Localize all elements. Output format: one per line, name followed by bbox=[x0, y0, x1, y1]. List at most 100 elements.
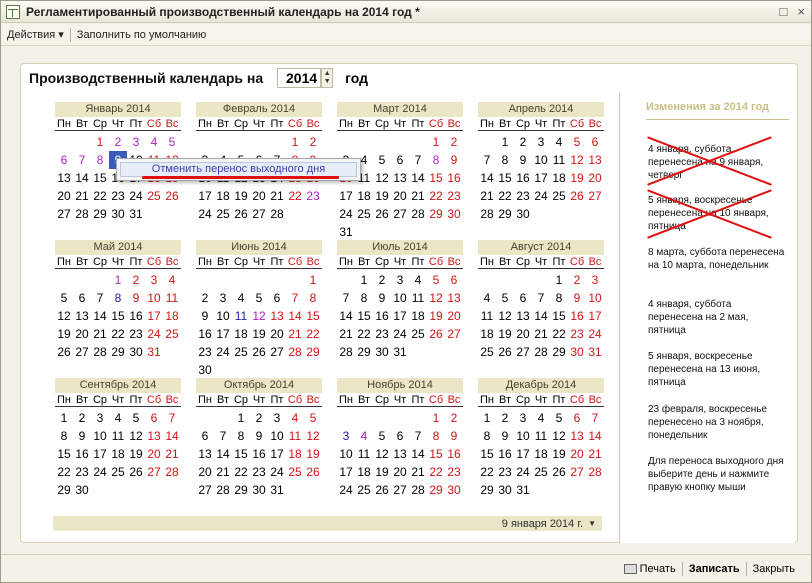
day-cell[interactable]: 13 bbox=[268, 307, 286, 325]
day-cell[interactable]: 11 bbox=[286, 427, 304, 445]
day-cell[interactable]: 6 bbox=[145, 409, 163, 427]
day-cell[interactable]: 18 bbox=[550, 169, 568, 187]
day-cell[interactable]: 21 bbox=[409, 463, 427, 481]
actions-menu[interactable]: Действия ▾ bbox=[1, 28, 70, 41]
day-cell[interactable]: 28 bbox=[337, 343, 355, 361]
day-cell[interactable]: 3 bbox=[145, 271, 163, 289]
day-cell[interactable]: 6 bbox=[514, 289, 532, 307]
day-cell[interactable]: 17 bbox=[391, 307, 409, 325]
day-cell[interactable]: 26 bbox=[373, 481, 391, 499]
day-cell[interactable]: 21 bbox=[73, 187, 91, 205]
day-cell[interactable]: 31 bbox=[586, 343, 604, 361]
day-cell[interactable]: 10 bbox=[337, 445, 355, 463]
day-cell[interactable]: 29 bbox=[232, 481, 250, 499]
year-spinner[interactable]: ▲ ▼ bbox=[321, 68, 334, 88]
day-cell[interactable]: 31 bbox=[391, 343, 409, 361]
day-cell[interactable]: 16 bbox=[445, 169, 463, 187]
day-cell[interactable]: 16 bbox=[73, 445, 91, 463]
day-cell[interactable]: 15 bbox=[232, 445, 250, 463]
day-cell[interactable]: 2 bbox=[127, 271, 145, 289]
day-cell[interactable]: 13 bbox=[586, 151, 604, 169]
day-cell[interactable]: 13 bbox=[73, 307, 91, 325]
day-cell[interactable]: 20 bbox=[445, 307, 463, 325]
day-cell[interactable]: 26 bbox=[304, 463, 322, 481]
day-cell[interactable]: 9 bbox=[514, 151, 532, 169]
day-cell[interactable]: 22 bbox=[55, 463, 73, 481]
day-cell[interactable]: 6 bbox=[391, 151, 409, 169]
day-cell[interactable]: 10 bbox=[514, 427, 532, 445]
day-cell[interactable]: 12 bbox=[568, 151, 586, 169]
day-cell[interactable]: 2 bbox=[250, 409, 268, 427]
day-cell[interactable]: 24 bbox=[391, 325, 409, 343]
day-cell[interactable]: 16 bbox=[250, 445, 268, 463]
day-cell[interactable]: 24 bbox=[337, 205, 355, 223]
day-cell[interactable]: 6 bbox=[568, 409, 586, 427]
day-cell[interactable]: 31 bbox=[337, 223, 355, 241]
cancel-transfer-menu-item[interactable]: Отменить перенос выходного дня bbox=[120, 162, 357, 177]
day-cell[interactable]: 11 bbox=[109, 427, 127, 445]
day-cell[interactable]: 10 bbox=[268, 427, 286, 445]
day-cell[interactable]: 8 bbox=[355, 289, 373, 307]
day-cell[interactable]: 30 bbox=[568, 343, 586, 361]
day-cell[interactable]: 14 bbox=[91, 307, 109, 325]
day-cell[interactable]: 22 bbox=[550, 325, 568, 343]
day-cell[interactable]: 21 bbox=[478, 187, 496, 205]
day-cell[interactable]: 24 bbox=[514, 463, 532, 481]
day-cell[interactable]: 26 bbox=[496, 343, 514, 361]
day-cell[interactable]: 26 bbox=[163, 187, 181, 205]
day-cell[interactable]: 24 bbox=[214, 343, 232, 361]
day-cell[interactable]: 11 bbox=[355, 445, 373, 463]
selected-date-bar[interactable]: 9 января 2014 г. ▼ bbox=[53, 516, 602, 531]
day-cell[interactable]: 6 bbox=[73, 289, 91, 307]
day-cell[interactable]: 15 bbox=[55, 445, 73, 463]
day-cell[interactable]: 22 bbox=[91, 187, 109, 205]
day-cell[interactable]: 17 bbox=[145, 307, 163, 325]
maximize-button[interactable]: □ bbox=[780, 4, 788, 19]
day-cell[interactable]: 4 bbox=[286, 409, 304, 427]
day-cell[interactable]: 7 bbox=[409, 151, 427, 169]
day-cell[interactable]: 11 bbox=[163, 289, 181, 307]
day-cell[interactable]: 24 bbox=[127, 187, 145, 205]
day-cell[interactable]: 27 bbox=[391, 205, 409, 223]
day-cell[interactable]: 24 bbox=[268, 463, 286, 481]
day-cell[interactable]: 14 bbox=[163, 427, 181, 445]
day-cell[interactable]: 30 bbox=[496, 481, 514, 499]
day-cell[interactable]: 1 bbox=[91, 133, 109, 151]
day-cell[interactable]: 23 bbox=[373, 325, 391, 343]
day-cell[interactable]: 7 bbox=[214, 427, 232, 445]
day-cell[interactable]: 16 bbox=[373, 307, 391, 325]
day-cell[interactable]: 8 bbox=[55, 427, 73, 445]
day-cell[interactable]: 26 bbox=[232, 205, 250, 223]
day-cell[interactable]: 18 bbox=[109, 445, 127, 463]
day-cell[interactable]: 2 bbox=[196, 289, 214, 307]
day-cell[interactable]: 7 bbox=[586, 409, 604, 427]
day-cell[interactable]: 9 bbox=[73, 427, 91, 445]
day-cell[interactable]: 13 bbox=[196, 445, 214, 463]
day-cell[interactable]: 5 bbox=[250, 289, 268, 307]
day-cell[interactable]: 22 bbox=[427, 187, 445, 205]
day-cell[interactable]: 21 bbox=[337, 325, 355, 343]
day-cell[interactable]: 1 bbox=[109, 271, 127, 289]
day-cell[interactable]: 3 bbox=[532, 133, 550, 151]
day-cell[interactable]: 6 bbox=[586, 133, 604, 151]
day-cell[interactable]: 2 bbox=[373, 271, 391, 289]
day-cell[interactable]: 19 bbox=[250, 325, 268, 343]
day-cell[interactable]: 16 bbox=[196, 325, 214, 343]
day-cell[interactable]: 21 bbox=[214, 463, 232, 481]
day-cell[interactable]: 3 bbox=[214, 289, 232, 307]
day-cell[interactable]: 17 bbox=[91, 445, 109, 463]
day-cell[interactable]: 27 bbox=[73, 343, 91, 361]
day-cell[interactable]: 31 bbox=[268, 481, 286, 499]
day-cell[interactable]: 18 bbox=[478, 325, 496, 343]
day-cell[interactable]: 4 bbox=[109, 409, 127, 427]
day-cell[interactable]: 28 bbox=[478, 205, 496, 223]
day-cell[interactable]: 30 bbox=[196, 361, 214, 379]
day-cell[interactable]: 22 bbox=[355, 325, 373, 343]
day-cell[interactable]: 30 bbox=[109, 205, 127, 223]
day-cell[interactable]: 13 bbox=[568, 427, 586, 445]
day-cell[interactable]: 27 bbox=[268, 343, 286, 361]
day-cell[interactable]: 25 bbox=[232, 343, 250, 361]
save-button[interactable]: Записать bbox=[683, 563, 746, 575]
day-cell[interactable]: 22 bbox=[496, 187, 514, 205]
day-cell[interactable]: 4 bbox=[232, 289, 250, 307]
